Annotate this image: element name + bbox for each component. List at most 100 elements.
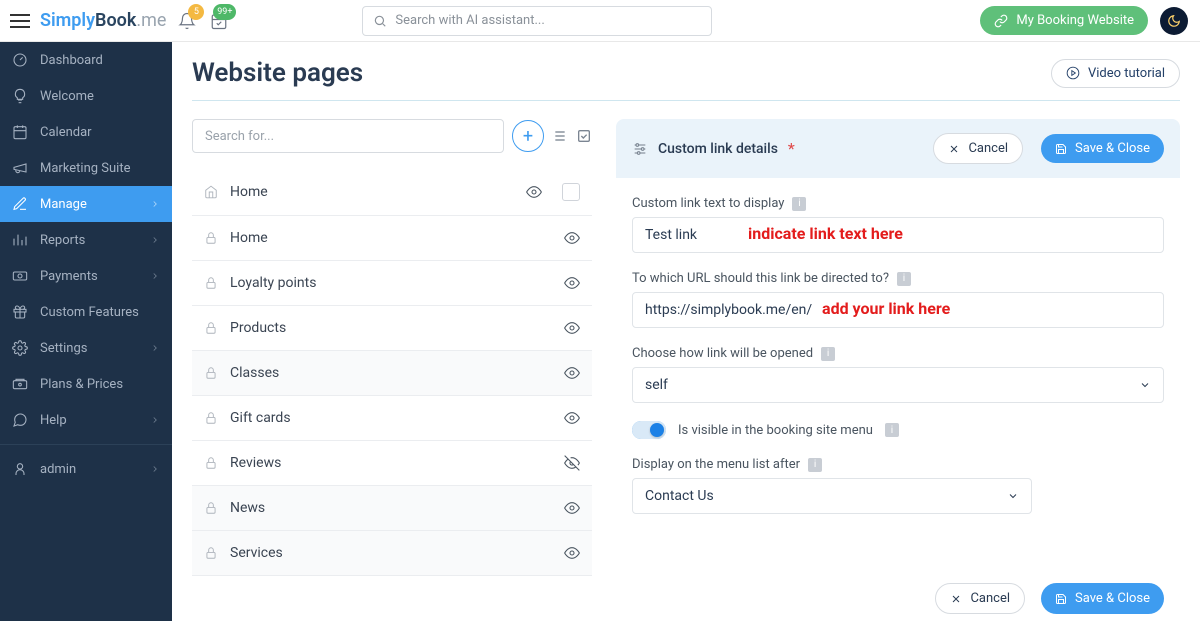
- page-item[interactable]: Reviews: [192, 441, 592, 486]
- eye-icon[interactable]: [564, 365, 580, 381]
- sidebar-label: Calendar: [40, 125, 92, 140]
- chevron-right-icon: [150, 415, 160, 425]
- page-item[interactable]: Gift cards: [192, 396, 592, 441]
- sidebar-item-settings[interactable]: Settings: [0, 330, 172, 366]
- calendar-badge: 99+: [213, 4, 236, 20]
- dark-mode-toggle[interactable]: [1160, 7, 1188, 35]
- page-title: Website pages: [192, 58, 363, 88]
- lock-icon: [204, 366, 218, 380]
- panel-cancel-button[interactable]: Cancel: [933, 133, 1023, 164]
- link-text-label: Custom link text to display: [632, 196, 784, 211]
- page-item[interactable]: Services: [192, 531, 592, 576]
- select-all-icon[interactable]: [576, 128, 592, 144]
- page-item[interactable]: News: [192, 486, 592, 531]
- eye-icon[interactable]: [564, 410, 580, 426]
- url-label: To which URL should this link be directe…: [632, 271, 889, 286]
- eye-icon[interactable]: [526, 184, 542, 200]
- sidebar-item-welcome[interactable]: Welcome: [0, 78, 172, 114]
- sidebar-item-marketing-suite[interactable]: Marketing Suite: [0, 150, 172, 186]
- chevron-down-icon: [1007, 490, 1019, 502]
- sidebar-icon: [12, 88, 28, 104]
- notifications-button[interactable]: 5: [178, 12, 196, 30]
- sidebar-icon: [12, 412, 28, 428]
- url-input[interactable]: [632, 292, 1164, 328]
- info-icon[interactable]: i: [897, 272, 911, 286]
- panel-title: Custom link details: [658, 141, 778, 157]
- eye-icon[interactable]: [564, 320, 580, 336]
- custom-link-panel: Custom link details * Cancel Save & Clos…: [616, 119, 1180, 550]
- page-search-input[interactable]: [192, 119, 504, 153]
- info-icon[interactable]: i: [821, 347, 835, 361]
- sidebar-label: Plans & Prices: [40, 377, 123, 392]
- brand-logo: SimplyBook.me: [40, 10, 166, 31]
- page-item[interactable]: Home: [192, 216, 592, 261]
- menu-toggle[interactable]: [10, 14, 30, 28]
- sidebar-admin[interactable]: admin: [0, 451, 172, 487]
- eye-off-icon[interactable]: [564, 455, 580, 471]
- lock-icon: [204, 321, 218, 335]
- sidebar-item-calendar[interactable]: Calendar: [0, 114, 172, 150]
- calendar-check-button[interactable]: 99+: [210, 12, 228, 30]
- lock-icon: [204, 501, 218, 515]
- sidebar-label: Custom Features: [40, 305, 139, 320]
- sidebar-label: Welcome: [40, 89, 94, 104]
- sidebar-item-manage[interactable]: Manage: [0, 186, 172, 222]
- sidebar-item-plans-&-prices[interactable]: Plans & Prices: [0, 366, 172, 402]
- open-mode-label: Choose how link will be opened: [632, 346, 813, 361]
- page-item[interactable]: Products: [192, 306, 592, 351]
- close-icon: [948, 143, 960, 155]
- page-item[interactable]: Loyalty points: [192, 261, 592, 306]
- eye-icon[interactable]: [564, 545, 580, 561]
- my-booking-website-button[interactable]: My Booking Website: [980, 6, 1148, 35]
- play-icon: [1066, 66, 1080, 80]
- open-mode-select[interactable]: self: [632, 367, 1164, 403]
- footer-save-button[interactable]: Save & Close: [1041, 583, 1164, 614]
- chevron-right-icon: [150, 199, 160, 209]
- sidebar-item-payments[interactable]: Payments: [0, 258, 172, 294]
- user-icon: [12, 461, 28, 477]
- info-icon[interactable]: i: [808, 458, 822, 472]
- sidebar-icon: [12, 196, 28, 212]
- sidebar-icon: [12, 124, 28, 140]
- sidebar: Dashboard Welcome Calendar Marketing SuiteM…: [0, 42, 172, 621]
- link-icon: [994, 14, 1008, 28]
- sidebar-item-reports[interactable]: Reports: [0, 222, 172, 258]
- eye-icon[interactable]: [564, 230, 580, 246]
- add-page-button[interactable]: +: [512, 120, 544, 152]
- list-view-icon[interactable]: [552, 128, 568, 144]
- notifications-badge: 5: [188, 4, 204, 20]
- chevron-right-icon: [150, 271, 160, 281]
- video-tutorial-button[interactable]: Video tutorial: [1051, 59, 1180, 88]
- sidebar-icon: [12, 340, 28, 356]
- eye-icon[interactable]: [564, 500, 580, 516]
- save-icon: [1055, 143, 1067, 155]
- chevron-down-icon: [1139, 379, 1151, 391]
- info-icon[interactable]: i: [792, 197, 806, 211]
- link-text-input[interactable]: [632, 217, 1164, 253]
- page-item[interactable]: Classes: [192, 351, 592, 396]
- page-checkbox[interactable]: [562, 183, 580, 201]
- panel-save-button[interactable]: Save & Close: [1041, 134, 1164, 163]
- page-item-label: Services: [230, 545, 283, 561]
- info-icon[interactable]: i: [885, 423, 899, 437]
- home-icon: [204, 185, 218, 199]
- page-item-label: Home: [230, 184, 268, 200]
- lock-icon: [204, 456, 218, 470]
- sidebar-icon: [12, 304, 28, 320]
- lock-icon: [204, 276, 218, 290]
- eye-icon[interactable]: [564, 275, 580, 291]
- sidebar-item-help[interactable]: Help: [0, 402, 172, 438]
- global-search[interactable]: Search with AI assistant...: [362, 6, 712, 36]
- sidebar-icon: [12, 160, 28, 176]
- sidebar-label: Dashboard: [40, 53, 103, 68]
- display-after-select[interactable]: Contact Us: [632, 478, 1032, 514]
- sidebar-item-custom-features[interactable]: Custom Features: [0, 294, 172, 330]
- sidebar-item-dashboard[interactable]: Dashboard: [0, 42, 172, 78]
- page-item[interactable]: Home: [192, 169, 592, 216]
- footer-cancel-button[interactable]: Cancel: [935, 583, 1025, 614]
- sidebar-icon: [12, 52, 28, 68]
- visible-toggle[interactable]: [632, 421, 666, 439]
- page-item-label: News: [230, 500, 265, 516]
- display-after-label: Display on the menu list after: [632, 457, 800, 472]
- settings-icon: [632, 141, 648, 157]
